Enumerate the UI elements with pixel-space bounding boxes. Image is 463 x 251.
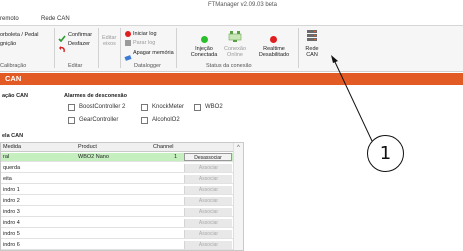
callout-arrow (331, 55, 373, 142)
